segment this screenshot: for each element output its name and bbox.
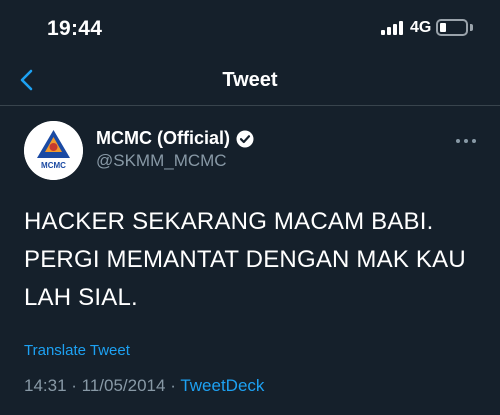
author-handle[interactable]: @SKMM_MCMC xyxy=(96,151,227,171)
tweet-text-line: LAH SIAL. xyxy=(24,284,138,311)
network-type: 4G xyxy=(410,19,432,36)
meta-separator: · xyxy=(170,376,176,395)
mcmc-logo-icon: MCMC xyxy=(24,121,83,180)
nav-header: Tweet xyxy=(0,56,500,106)
tweet-source-link[interactable]: TweetDeck xyxy=(180,376,264,395)
translate-tweet-link[interactable]: Translate Tweet xyxy=(24,342,130,359)
author-name-row[interactable]: MCMC (Official) xyxy=(96,128,254,149)
status-time: 19:44 xyxy=(47,17,103,40)
tweet-text-line: PERGI MEMANTAT DENGAN MAK KAU xyxy=(24,246,466,273)
more-options-icon[interactable] xyxy=(456,137,478,145)
battery-icon xyxy=(436,19,468,36)
avatar-logo-text: MCMC xyxy=(41,161,66,170)
author-display-name: MCMC (Official) xyxy=(96,128,230,148)
avatar[interactable]: MCMC xyxy=(24,121,83,180)
page-title: Tweet xyxy=(222,69,278,91)
tweet-detail-screen: 19:44 4G Tweet MCMC MCMC (Official) @SKM… xyxy=(0,0,500,415)
tweet-meta: 14:31 · 11/05/2014 · TweetDeck xyxy=(24,376,264,396)
tweet-timestamp: 14:31 · 11/05/2014 xyxy=(24,376,166,395)
tweet-text: HACKER SEKARANG MACAM BABI. PERGI MEMANT… xyxy=(24,203,479,317)
status-bar: 19:44 4G xyxy=(0,0,500,56)
tweet-text-line: HACKER SEKARANG MACAM BABI. xyxy=(24,208,434,235)
cellular-signal-icon xyxy=(381,21,405,35)
battery-level xyxy=(440,23,446,32)
battery-tip xyxy=(470,24,473,31)
verified-badge-icon xyxy=(236,130,254,147)
